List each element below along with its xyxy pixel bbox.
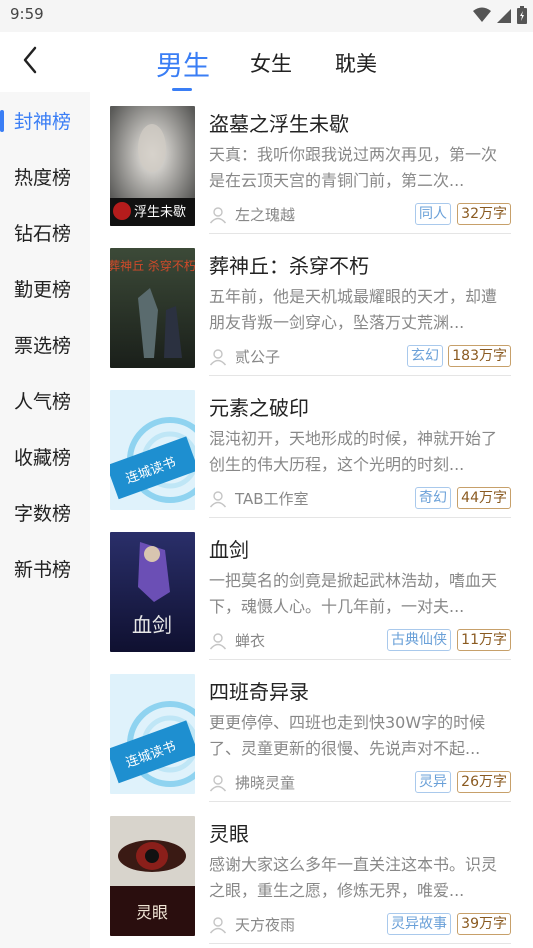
book-cover[interactable]: 灵眼 <box>110 816 195 936</box>
sidebar-item-label: 新书榜 <box>14 558 72 581</box>
sidebar-item-label: 封神榜 <box>14 110 72 133</box>
book-title[interactable]: 四班奇异录 <box>209 676 309 705</box>
book-cover[interactable]: 血剑 <box>110 532 195 652</box>
user-icon <box>209 774 227 791</box>
author-name: 拂晓灵童 <box>235 774 296 792</box>
genre-tag: 玄幻 <box>407 345 443 367</box>
word-count-tag: 183万字 <box>448 345 511 367</box>
sidebar-item-shoucang[interactable]: 收藏榜 <box>0 428 90 484</box>
divider <box>209 943 511 944</box>
sidebar-item-zuanshi[interactable]: 钻石榜 <box>0 204 90 260</box>
sidebar-item-qingeng[interactable]: 勤更榜 <box>0 260 90 316</box>
wifi-icon <box>473 7 491 22</box>
genre-tag: 同人 <box>415 203 451 225</box>
book-cover[interactable]: 连城读书 <box>110 674 195 794</box>
sidebar-item-label: 收藏榜 <box>14 446 72 469</box>
sidebar-item-zishu[interactable]: 字数榜 <box>0 484 90 540</box>
user-icon <box>209 632 227 649</box>
back-button[interactable] <box>14 42 46 78</box>
word-count-tag: 11万字 <box>457 629 511 651</box>
user-icon <box>209 490 227 507</box>
sidebar-item-renqi[interactable]: 人气榜 <box>0 372 90 428</box>
header: 男生 女生 耽美 <box>0 32 533 92</box>
author-row: 拂晓灵童 <box>209 772 295 793</box>
author-row: 蝉衣 <box>209 630 265 651</box>
battery-icon <box>517 6 527 24</box>
author-name: 天方夜雨 <box>235 916 296 934</box>
cover-title: 葬神丘 杀穿不朽 <box>110 258 195 273</box>
book-item[interactable]: 浮生未歇 盗墓之浮生未歇 天真：我听你跟我说过两次再见，第一次是在云顶天宫的青铜… <box>90 92 533 234</box>
cover-image: 浮生未歇 <box>110 106 195 226</box>
book-description: 一把莫名的剑竟是掀起武林浩劫，嗜血天下，魂慑人心。十几年前，一对夫... <box>209 571 498 616</box>
book-description: 五年前，他是天机城最耀眼的天才，却遭朋友背叛一剑穿心，坠落万丈荒渊... <box>209 287 498 332</box>
cover-image: 葬神丘 杀穿不朽 <box>110 248 195 368</box>
sidebar-item-label: 钻石榜 <box>14 222 72 245</box>
ranking-sidebar: 封神榜 热度榜 钻石榜 勤更榜 票选榜 人气榜 收藏榜 字数榜 新书榜 <box>0 92 90 948</box>
genre-tag: 古典仙侠 <box>387 629 451 651</box>
book-item[interactable]: 葬神丘 杀穿不朽 葬神丘：杀穿不朽 五年前，他是天机城最耀眼的天才，却遭朋友背叛… <box>90 234 533 376</box>
sidebar-item-label: 热度榜 <box>14 166 72 189</box>
book-list: 浮生未歇 盗墓之浮生未歇 天真：我听你跟我说过两次再见，第一次是在云顶天宫的青铜… <box>90 92 533 948</box>
tab-danmei[interactable]: 耽美 <box>335 48 377 78</box>
word-count-tag: 26万字 <box>457 771 511 793</box>
sidebar-item-label: 字数榜 <box>14 502 72 525</box>
sidebar-item-label: 勤更榜 <box>14 278 72 301</box>
book-description: 混沌初开，天地形成的时候，神就开始了创生的伟大历程，这个光明的时刻... <box>209 429 498 474</box>
author-row: 贰公子 <box>209 346 280 367</box>
cover-image: 连城读书 <box>110 674 195 794</box>
author-name: TAB工作室 <box>235 490 309 508</box>
book-title[interactable]: 盗墓之浮生未歇 <box>209 108 349 137</box>
book-title[interactable]: 元素之破印 <box>209 392 309 421</box>
signal-icon <box>497 9 511 23</box>
book-item[interactable]: 连城读书 四班奇异录 更更停停、四班也走到快30W字的时候了、灵童更新的很慢、先… <box>90 660 533 802</box>
active-tab-indicator <box>172 88 192 91</box>
word-count-tag: 39万字 <box>457 913 511 935</box>
book-item[interactable]: 灵眼 灵眼 感谢大家这么多年一直关注这本书。识灵之眼，重生之愿，修炼无界，唯爱.… <box>90 802 533 944</box>
status-time: 9:59 <box>10 5 44 23</box>
user-icon <box>209 916 227 933</box>
book-cover[interactable]: 连城读书 <box>110 390 195 510</box>
genre-tag: 灵异 <box>415 771 451 793</box>
status-icons <box>473 6 527 24</box>
book-description: 更更停停、四班也走到快30W字的时候了、灵童更新的很慢、先说声对不起... <box>209 713 486 758</box>
cover-title: 灵眼 <box>136 903 168 922</box>
tab-male[interactable]: 男生 <box>156 44 210 83</box>
cover-image: 连城读书 <box>110 390 195 510</box>
author-row: 天方夜雨 <box>209 914 295 935</box>
genre-tag: 奇幻 <box>415 487 451 509</box>
sidebar-item-xinshu[interactable]: 新书榜 <box>0 540 90 596</box>
status-bar: 9:59 <box>0 0 533 32</box>
word-count-tag: 32万字 <box>457 203 511 225</box>
sidebar-item-label: 票选榜 <box>14 334 72 357</box>
book-title[interactable]: 血剑 <box>209 534 249 563</box>
book-item[interactable]: 血剑 血剑 一把莫名的剑竟是掀起武林浩劫，嗜血天下，魂慑人心。十几年前，一对夫.… <box>90 518 533 660</box>
cover-title: 浮生未歇 <box>134 205 186 220</box>
cover-image: 灵眼 <box>110 816 195 936</box>
author-name: 蝉衣 <box>235 632 266 650</box>
sidebar-active-indicator <box>0 110 4 132</box>
book-cover[interactable]: 葬神丘 杀穿不朽 <box>110 248 195 368</box>
book-cover[interactable]: 浮生未歇 <box>110 106 195 226</box>
genre-tag: 灵异故事 <box>387 913 451 935</box>
book-title[interactable]: 灵眼 <box>209 818 249 847</box>
book-description: 感谢大家这么多年一直关注这本书。识灵之眼，重生之愿，修炼无界，唯爱... <box>209 855 498 900</box>
tab-female[interactable]: 女生 <box>250 48 292 78</box>
sidebar-item-redu[interactable]: 热度榜 <box>0 148 90 204</box>
user-icon <box>209 206 227 223</box>
author-name: 左之瑰越 <box>235 206 296 224</box>
user-icon <box>209 348 227 365</box>
book-item[interactable]: 连城读书 元素之破印 混沌初开，天地形成的时候，神就开始了创生的伟大历程，这个光… <box>90 376 533 518</box>
cover-image: 血剑 <box>110 532 195 652</box>
book-description: 天真：我听你跟我说过两次再见，第一次是在云顶天宫的青铜门前，第二次... <box>209 145 498 190</box>
sidebar-item-fengshen[interactable]: 封神榜 <box>0 92 90 148</box>
sidebar-item-piaoxuan[interactable]: 票选榜 <box>0 316 90 372</box>
cover-title: 血剑 <box>132 613 172 637</box>
author-row: 左之瑰越 <box>209 204 295 225</box>
word-count-tag: 44万字 <box>457 487 511 509</box>
book-title[interactable]: 葬神丘：杀穿不朽 <box>209 250 369 279</box>
back-arrow-icon <box>23 46 37 74</box>
author-row: TAB工作室 <box>209 488 309 509</box>
author-name: 贰公子 <box>235 348 281 366</box>
sidebar-item-label: 人气榜 <box>14 390 72 413</box>
